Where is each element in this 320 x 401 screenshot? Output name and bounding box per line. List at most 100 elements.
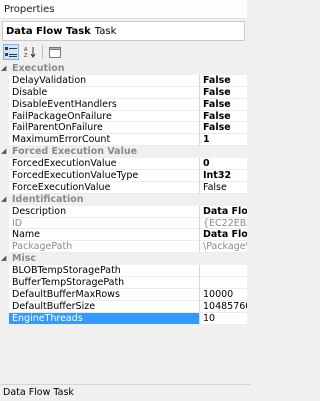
property-row[interactable]: MaximumErrorCount 1 bbox=[0, 134, 247, 147]
row-gutter bbox=[0, 300, 9, 313]
property-value[interactable]: 0 bbox=[200, 158, 247, 171]
description-text: Data Flow Task bbox=[3, 387, 74, 398]
row-gutter bbox=[0, 86, 9, 99]
category-collapse-toggle[interactable]: ◢ bbox=[0, 193, 9, 206]
property-value[interactable]: \Package\ bbox=[200, 241, 247, 254]
property-value[interactable]: Data Flow bbox=[200, 229, 247, 242]
property-value[interactable]: 1 bbox=[200, 134, 247, 147]
category-collapse-toggle[interactable]: ◢ bbox=[0, 253, 9, 266]
row-gutter bbox=[0, 134, 9, 147]
property-name[interactable]: ForcedExecutionValueType bbox=[9, 170, 200, 182]
property-row[interactable]: ForcedExecutionValueType Int32 bbox=[0, 170, 247, 182]
object-name: Data Flow Task bbox=[6, 25, 91, 37]
category-header[interactable]: ◢ Forced Execution Value bbox=[0, 146, 247, 159]
property-row[interactable]: DisableEventHandlers False bbox=[0, 98, 247, 111]
property-name[interactable]: DisableEventHandlers bbox=[9, 98, 200, 111]
property-value[interactable]: 10000 bbox=[200, 289, 247, 301]
property-row[interactable]: BLOBTempStoragePath bbox=[0, 265, 247, 278]
row-gutter bbox=[0, 98, 9, 111]
property-value[interactable]: False bbox=[200, 99, 247, 111]
row-gutter bbox=[0, 229, 9, 242]
object-selector[interactable]: Data Flow Task Task bbox=[2, 21, 245, 41]
row-gutter bbox=[0, 312, 9, 325]
properties-title-bar: Properties bbox=[0, 0, 247, 19]
property-name[interactable]: Disable bbox=[9, 86, 200, 99]
property-row[interactable]: FailParentOnFailure False bbox=[0, 122, 247, 135]
property-value[interactable]: Int32 bbox=[200, 170, 247, 182]
property-row[interactable]: ID{EC22EBA bbox=[0, 217, 247, 230]
property-row[interactable]: Disable False bbox=[0, 86, 247, 99]
property-name[interactable]: DefaultBufferSize bbox=[9, 300, 200, 313]
row-gutter bbox=[0, 277, 9, 289]
collapse-icon: ◢ bbox=[1, 147, 7, 156]
property-name[interactable]: EngineThreads bbox=[9, 312, 200, 325]
property-value[interactable]: False bbox=[200, 75, 247, 87]
property-name[interactable]: FailParentOnFailure bbox=[9, 122, 200, 135]
property-value[interactable]: False bbox=[200, 111, 247, 123]
category-collapse-toggle[interactable]: ◢ bbox=[0, 146, 9, 159]
property-name[interactable]: MaximumErrorCount bbox=[9, 134, 200, 147]
properties-toolbar: A Z bbox=[0, 41, 247, 64]
row-gutter bbox=[0, 241, 9, 254]
row-gutter bbox=[0, 170, 9, 182]
collapse-icon: ◢ bbox=[1, 64, 7, 72]
property-pages-button[interactable] bbox=[47, 44, 63, 60]
property-grid: ◢ Execution DelayValidation False Disable Fal… bbox=[0, 63, 247, 325]
property-row[interactable]: DelayValidation False bbox=[0, 74, 247, 87]
property-value[interactable]: False bbox=[200, 122, 247, 135]
property-value[interactable] bbox=[200, 265, 247, 278]
property-row[interactable]: DefaultBufferMaxRows 10000 bbox=[0, 288, 247, 301]
object-type: Task bbox=[94, 25, 117, 37]
property-value[interactable]: Data Flow bbox=[200, 206, 247, 218]
categorized-icon bbox=[5, 47, 17, 57]
property-name[interactable]: ForcedExecutionValue bbox=[9, 158, 200, 171]
category-name: Execution bbox=[9, 63, 247, 75]
category-name: Forced Execution Value bbox=[9, 146, 247, 159]
property-row[interactable]: BufferTempStoragePath bbox=[0, 277, 247, 289]
window-title: Properties bbox=[4, 3, 55, 15]
property-row[interactable]: EngineThreads 10 bbox=[0, 312, 247, 325]
property-value[interactable]: False bbox=[200, 182, 247, 194]
property-name[interactable]: Name bbox=[9, 229, 200, 242]
property-row[interactable]: PackagePath \Package\ bbox=[0, 241, 247, 254]
property-name[interactable]: ForceExecutionValue bbox=[9, 181, 200, 194]
collapse-icon: ◢ bbox=[1, 194, 7, 203]
property-row[interactable]: FailPackageOnFailure False bbox=[0, 110, 247, 123]
property-row[interactable]: DescriptionData Flow bbox=[0, 205, 247, 218]
row-gutter bbox=[0, 288, 9, 301]
toolbar-separator bbox=[42, 45, 43, 59]
category-name: Identification bbox=[9, 193, 247, 206]
property-row[interactable]: ForceExecutionValue False bbox=[0, 181, 247, 194]
category-header[interactable]: ◢ Identification bbox=[0, 193, 247, 206]
alphabetical-button[interactable]: A Z bbox=[22, 44, 38, 60]
category-name: Misc bbox=[9, 253, 247, 266]
property-name[interactable]: BLOBTempStoragePath bbox=[9, 265, 200, 278]
property-value[interactable] bbox=[200, 277, 247, 289]
categorized-button[interactable] bbox=[3, 44, 19, 60]
property-name[interactable]: DefaultBufferMaxRows bbox=[9, 288, 200, 301]
row-gutter bbox=[0, 181, 9, 194]
property-value[interactable]: False bbox=[200, 87, 247, 99]
row-gutter bbox=[0, 217, 9, 230]
property-value[interactable]: 10 bbox=[200, 313, 247, 325]
property-value[interactable]: 10485760 bbox=[200, 301, 247, 313]
property-name[interactable]: DelayValidation bbox=[9, 74, 200, 87]
row-gutter bbox=[0, 265, 9, 278]
property-pages-icon bbox=[49, 46, 61, 58]
row-gutter bbox=[0, 122, 9, 135]
property-value[interactable]: {EC22EBA bbox=[200, 218, 247, 230]
category-collapse-toggle[interactable]: ◢ bbox=[0, 63, 9, 75]
row-gutter bbox=[0, 158, 9, 171]
row-gutter bbox=[0, 74, 9, 87]
property-name[interactable]: ID bbox=[9, 217, 200, 230]
property-row[interactable]: ForcedExecutionValue 0 bbox=[0, 158, 247, 171]
property-name[interactable]: PackagePath bbox=[9, 241, 200, 254]
category-header[interactable]: ◢ Misc bbox=[0, 253, 247, 266]
property-name[interactable]: Description bbox=[9, 205, 200, 218]
svg-text:Z: Z bbox=[24, 53, 28, 58]
property-row[interactable]: NameData Flow bbox=[0, 229, 247, 242]
category-header[interactable]: ◢ Execution bbox=[0, 63, 247, 75]
property-row[interactable]: DefaultBufferSize 10485760 bbox=[0, 300, 247, 313]
property-name[interactable]: BufferTempStoragePath bbox=[9, 277, 200, 289]
property-name[interactable]: FailPackageOnFailure bbox=[9, 110, 200, 123]
